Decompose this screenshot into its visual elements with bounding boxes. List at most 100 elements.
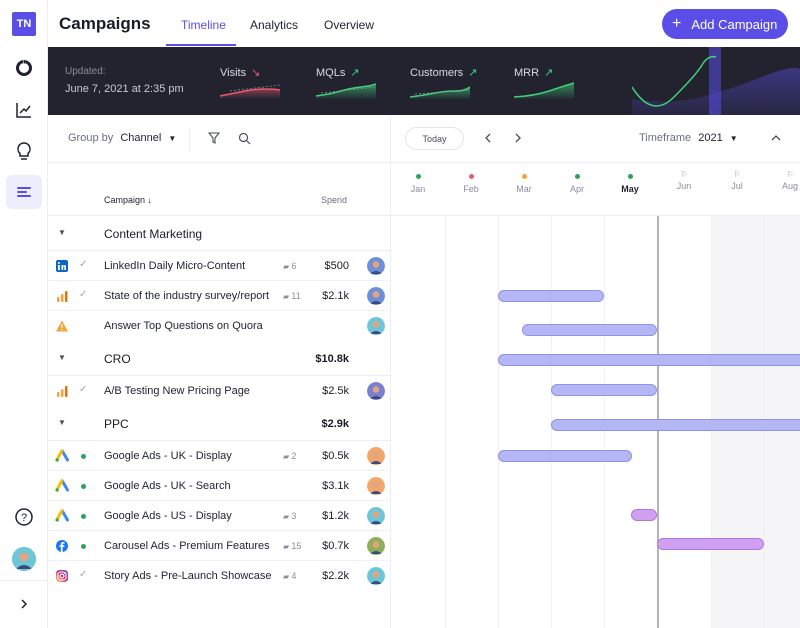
comment-count[interactable]: ▰ 11 [283,291,301,301]
campaign-bar[interactable] [498,354,800,366]
group-by-dropdown[interactable]: Group by Channel ▼ [68,132,176,144]
group-row[interactable]: ▼ Content Marketing [48,216,391,251]
user-avatar[interactable] [12,547,36,571]
caret-down-icon[interactable]: ▼ [58,353,66,362]
month-aug[interactable]: ⚐ Aug [770,170,800,191]
campaign-bar[interactable] [657,538,764,550]
owner-avatar[interactable] [367,447,385,465]
campaign-bar[interactable] [631,509,657,521]
group-row[interactable]: ▼ PPC $2.9k [48,406,391,441]
search-icon[interactable] [238,132,251,145]
campaign-row[interactable]: ✓ LinkedIn Daily Micro-Content ▰ 6 $500 [48,251,391,281]
campaign-row[interactable]: Google Ads - US - Display ▰ 3 $1.2k [48,501,391,531]
workspace-logo[interactable]: TN [12,12,36,36]
chevron-left-icon[interactable] [484,133,492,143]
campaign-name[interactable]: Google Ads - US - Display [104,510,232,522]
help-icon[interactable]: ? [6,500,42,534]
month-gridline [445,216,446,628]
campaign-bar[interactable] [522,324,657,336]
comment-count-value: 3 [291,511,297,521]
plus-icon: + [672,15,682,32]
dashboard-icon[interactable] [6,51,42,85]
campaign-row[interactable]: Google Ads - UK - Display ▰ 2 $0.5k [48,441,391,471]
campaign-row[interactable]: ✓ Story Ads - Pre-Launch Showcase ▰ 4 $2.2k [48,561,391,591]
analytics-icon [55,289,69,303]
owner-avatar[interactable] [367,477,385,495]
add-campaign-button[interactable]: + Add Campaign [662,9,788,39]
campaign-name[interactable]: Story Ads - Pre-Launch Showcase [104,570,272,582]
campaign-bar[interactable] [498,290,604,302]
comment-count[interactable]: ▰ 6 [283,261,296,271]
ideas-icon[interactable] [6,134,42,168]
warning-icon [55,319,69,333]
metrics-trend-chart[interactable] [632,47,800,115]
month-jul[interactable]: ⚐ Jul [717,170,757,191]
metric-mqls[interactable]: MQLs ↗ [316,66,360,79]
month-jan[interactable]: Jan [398,174,438,194]
toolbar-divider [189,127,190,153]
owner-avatar[interactable] [367,567,385,585]
comment-count-value: 15 [291,541,302,551]
campaign-name[interactable]: State of the industry survey/report [104,290,269,302]
active-tab-indicator [166,44,236,46]
facebook-icon [55,539,69,553]
month-jun[interactable]: ⚐ Jun [664,170,704,191]
tab-timeline[interactable]: Timeline [181,18,226,32]
owner-avatar[interactable] [367,287,385,305]
campaign-name[interactable]: Google Ads - UK - Search [104,480,231,492]
campaign-bar[interactable] [498,450,632,462]
owner-avatar[interactable] [367,382,385,400]
month-label: Feb [463,184,479,194]
caret-down-icon[interactable]: ▼ [58,228,66,237]
group-by-value: Channel [120,132,162,144]
tab-overview[interactable]: Overview [324,18,374,32]
metric-visits[interactable]: Visits ↘ [220,66,260,79]
spend-column-header[interactable]: Spend [321,195,347,205]
comment-count[interactable]: ▰ 3 [283,511,296,521]
owner-avatar[interactable] [367,507,385,525]
timeframe-dropdown[interactable]: Timeframe 2021 ▼ [639,132,738,144]
chevron-up-icon[interactable] [771,134,781,142]
campaign-name[interactable]: A/B Testing New Pricing Page [104,385,250,397]
campaign-name[interactable]: LinkedIn Daily Micro-Content [104,260,245,272]
reports-icon[interactable] [6,93,42,127]
owner-avatar[interactable] [367,537,385,555]
group-row[interactable]: ▼ CRO $10.8k [48,341,391,376]
campaign-row[interactable]: ✓ State of the industry survey/report ▰ 11… [48,281,391,311]
campaign-row[interactable]: Carousel Ads - Premium Features ▰ 15 $0.7k [48,531,391,561]
check-icon: ✓ [79,259,88,270]
chevron-right-icon[interactable] [514,133,522,143]
month-feb[interactable]: Feb [451,174,491,194]
campaign-column-header[interactable]: Campaign ↓ [104,195,152,205]
campaign-bar[interactable] [551,384,657,396]
campaign-name[interactable]: Google Ads - UK - Display [104,450,232,462]
metric-customers[interactable]: Customers ↗ [410,66,477,79]
owner-avatar[interactable] [367,317,385,335]
filter-icon[interactable] [208,132,220,144]
campaign-row[interactable]: Google Ads - UK - Search $3.1k [48,471,391,501]
comment-count[interactable]: ▰ 15 [283,541,301,551]
campaigns-icon[interactable] [6,175,42,209]
group-by-label: Group by [68,132,114,144]
check-icon: ✓ [79,384,88,395]
owner-avatar[interactable] [367,257,385,275]
timeline-grid [391,216,800,628]
month-may[interactable]: May [610,174,650,194]
metric-label: MRR [514,67,540,79]
month-mar[interactable]: Mar [504,174,544,194]
group-name: Content Marketing [104,227,203,241]
month-label: Jun [676,181,692,191]
caret-down-icon[interactable]: ▼ [58,418,66,427]
today-button[interactable]: Today [405,127,464,150]
campaign-row[interactable]: Answer Top Questions on Quora [48,311,391,341]
campaign-row[interactable]: ✓ A/B Testing New Pricing Page $2.5k [48,376,391,406]
tab-analytics[interactable]: Analytics [250,18,298,32]
metric-mrr[interactable]: MRR ↗ [514,66,553,79]
campaign-name[interactable]: Answer Top Questions on Quora [104,320,263,332]
comment-count[interactable]: ▰ 4 [283,571,296,581]
campaign-name[interactable]: Carousel Ads - Premium Features [104,540,270,552]
comment-count[interactable]: ▰ 2 [283,451,296,461]
month-apr[interactable]: Apr [557,174,597,194]
campaign-bar[interactable] [551,419,800,431]
expand-chevron-icon[interactable] [6,587,42,621]
